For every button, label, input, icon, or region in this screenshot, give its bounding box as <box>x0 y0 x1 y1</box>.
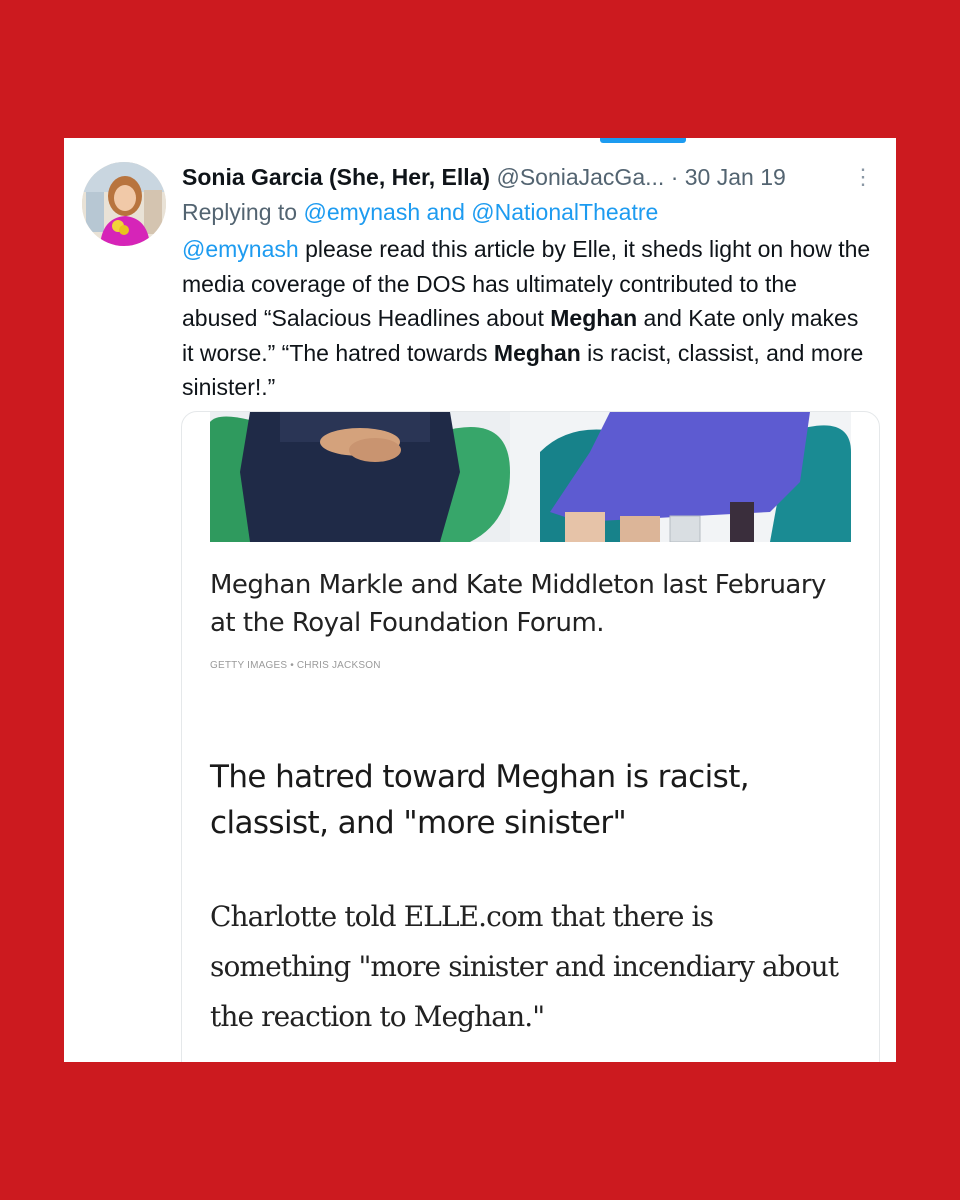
more-vertical-icon[interactable]: ⋮ <box>852 164 874 192</box>
mention-link[interactable]: @emynash <box>182 236 299 262</box>
photo-caption: Meghan Markle and Kate Middleton last Fe… <box>210 570 826 638</box>
author-name[interactable]: Sonia Garcia (She, Her, Ella) <box>182 164 490 190</box>
tweet-text: @emynash please read this article by Ell… <box>182 232 872 405</box>
separator-dot: · <box>670 164 679 190</box>
avatar[interactable] <box>82 162 166 246</box>
replying-links[interactable]: @emynash and @NationalTheatre <box>303 199 658 225</box>
article-headline: The hatred toward Meghan is racist, clas… <box>210 759 750 841</box>
replying-to: Replying to @emynash and @NationalTheatr… <box>182 196 658 228</box>
highlight-1: Meghan <box>550 305 638 331</box>
photo-credit: GETTY IMAGES • CHRIS JACKSON <box>210 660 381 671</box>
photo-illustration <box>210 412 851 542</box>
tweet-card: Sonia Garcia (She, Her, Ella) @SoniaJacG… <box>64 138 896 1062</box>
scroll-indicator <box>600 138 686 143</box>
avatar-image <box>82 162 166 246</box>
tweet-header: Sonia Garcia (She, Her, Ella) @SoniaJacG… <box>182 160 882 194</box>
author-handle[interactable]: @SoniaJacGa... <box>496 164 664 190</box>
replying-prefix: Replying to <box>182 199 304 225</box>
embedded-article-image[interactable]: Meghan Markle and Kate Middleton last Fe… <box>181 411 880 1062</box>
tweet-date[interactable]: 30 Jan 19 <box>685 164 786 190</box>
article-photo <box>210 412 851 542</box>
article-body: Charlotte told ELLE.com that there is so… <box>210 900 839 1033</box>
highlight-2: Meghan <box>493 339 581 366</box>
